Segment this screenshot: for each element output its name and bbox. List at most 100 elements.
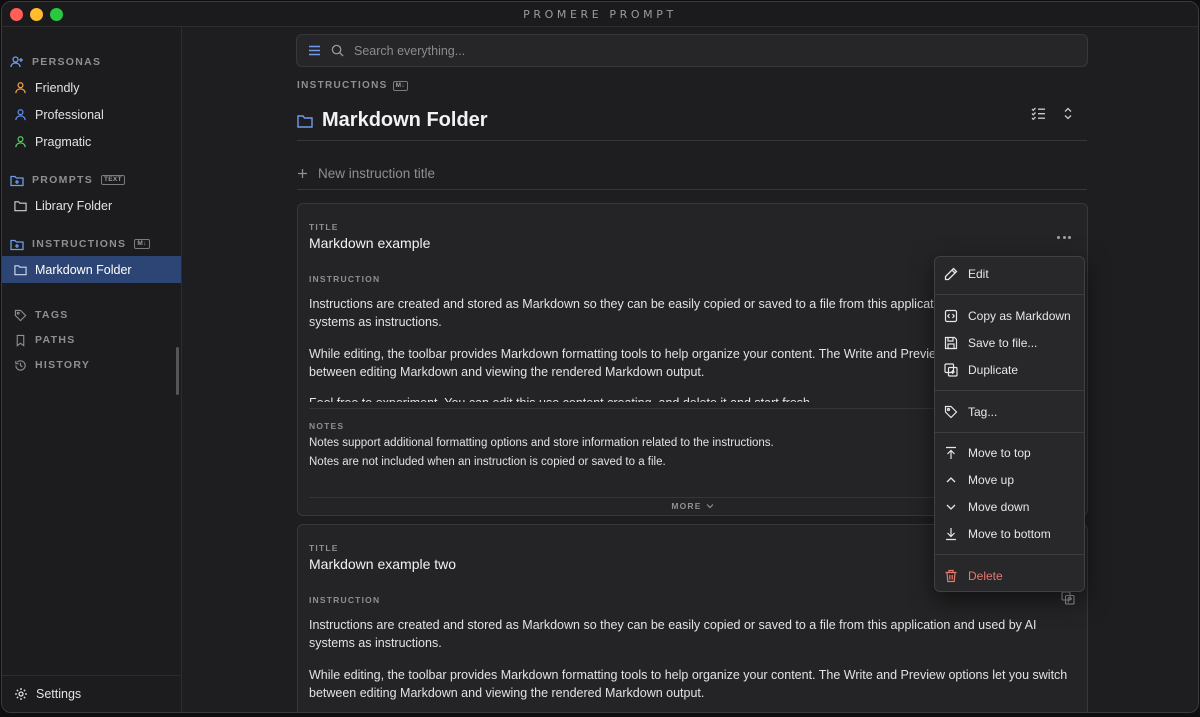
menu-item-label: Duplicate	[968, 363, 1019, 377]
menu-item-label: Save to file...	[968, 336, 1038, 350]
folder-icon	[14, 200, 27, 211]
menu-item-move-bottom[interactable]: Move to bottom	[935, 521, 1084, 547]
section-prompts-label: PROMPTS	[32, 174, 94, 186]
section-personas-label: PERSONAS	[32, 56, 102, 68]
menu-item-label: Move down	[968, 500, 1030, 514]
menu-item-delete[interactable]: Delete	[935, 563, 1084, 589]
menu-item-label: Move to bottom	[968, 527, 1051, 541]
search-input[interactable]	[354, 43, 1034, 58]
sidebar-item-label: Friendly	[35, 80, 80, 95]
breadcrumb-label: INSTRUCTIONS	[297, 80, 388, 91]
section-personas[interactable]: PERSONAS	[10, 52, 173, 72]
folder-icon	[14, 264, 27, 275]
instruction-label: INSTRUCTION	[309, 274, 381, 284]
arrow-to-bottom-icon	[946, 528, 956, 541]
code-copy-icon	[944, 309, 958, 323]
menu-item-tag[interactable]: Tag...	[935, 399, 1084, 425]
person-icon	[15, 136, 26, 148]
gear-icon	[15, 688, 27, 700]
app-window: PROMERE PROMPT PERSONAS Friendly Profess…	[1, 1, 1199, 713]
menu-item-label: Delete	[968, 569, 1003, 583]
section-history-label: HISTORY	[35, 359, 91, 371]
folder-header: Markdown Folder	[297, 101, 1087, 141]
sidebar-item-library-folder[interactable]: Library Folder	[2, 192, 181, 219]
sidebar-item-label: Pragmatic	[35, 134, 92, 149]
instruction-paragraph: Instructions are created and stored as M…	[309, 618, 1037, 650]
more-label: MORE	[671, 500, 702, 511]
notes-line: Notes support additional formatting opti…	[309, 437, 774, 449]
menu-item-copy-markdown[interactable]: Copy as Markdown	[935, 303, 1084, 329]
app-title: PROMERE PROMPT	[523, 8, 677, 21]
duplicate-icon	[944, 363, 958, 377]
person-icon	[15, 82, 26, 94]
chevron-up-icon	[946, 477, 956, 483]
add-folder-icon	[10, 239, 24, 250]
menu-item-label: Copy as Markdown	[968, 309, 1071, 323]
copy-prompt-button[interactable]	[1061, 591, 1075, 610]
search-bar	[296, 34, 1088, 67]
section-instructions[interactable]: INSTRUCTIONS M↓	[10, 234, 173, 254]
bookmark-icon	[16, 334, 25, 347]
markdown-badge: M↓	[134, 239, 150, 249]
new-instruction-row[interactable]: New instruction title	[297, 158, 1087, 190]
title-label: TITLE	[309, 543, 339, 553]
menu-item-label: Tag...	[968, 405, 998, 419]
header-tools	[1029, 104, 1077, 122]
menu-item-move-top[interactable]: Move to top	[935, 440, 1084, 466]
text-badge: TEXT	[101, 175, 125, 185]
sidebar-item-markdown-folder[interactable]: Markdown Folder	[2, 256, 181, 283]
more-options-button[interactable]	[1053, 230, 1075, 244]
plus-icon	[298, 169, 307, 178]
new-instruction-input[interactable]: New instruction title	[318, 166, 435, 181]
person-icon	[15, 109, 26, 121]
expand-collapse-button[interactable]	[1059, 104, 1077, 122]
sidebar-scrollbar[interactable]	[176, 347, 179, 395]
title-bar: PROMERE PROMPT	[2, 2, 1198, 27]
section-tags-label: TAGS	[35, 309, 69, 321]
context-menu: Edit Copy as Markdown Save to file... Du…	[934, 256, 1085, 592]
markdown-badge: M↓	[392, 80, 408, 91]
dot	[1057, 235, 1060, 239]
chevron-down-icon	[946, 504, 956, 510]
sidebar-item-professional[interactable]: Professional	[2, 101, 181, 128]
section-instructions-label: INSTRUCTIONS	[32, 238, 127, 250]
menu-icon[interactable]	[308, 45, 321, 56]
trash-icon	[945, 569, 957, 583]
instruction-label: INSTRUCTION	[309, 595, 381, 605]
menu-separator	[935, 294, 1084, 295]
menu-item-label: Move up	[968, 473, 1015, 487]
copy-prompt-icon	[1061, 591, 1075, 605]
menu-item-move-up[interactable]: Move up	[935, 467, 1084, 493]
menu-item-move-down[interactable]: Move down	[935, 494, 1084, 520]
dot	[1062, 235, 1066, 239]
menu-separator	[935, 432, 1084, 433]
sidebar-item-friendly[interactable]: Friendly	[2, 74, 181, 101]
tag-icon	[944, 405, 958, 419]
notes-line: Notes are not included when an instructi…	[309, 456, 666, 468]
sidebar-item-label: Professional	[35, 107, 104, 122]
section-prompts[interactable]: PROMPTS TEXT	[10, 170, 173, 190]
save-icon	[944, 336, 958, 350]
settings-label: Settings	[36, 687, 82, 701]
menu-item-save-file[interactable]: Save to file...	[935, 330, 1084, 356]
search-icon	[331, 44, 344, 57]
menu-item-label: Move to top	[968, 446, 1031, 460]
sidebar-item-pragmatic[interactable]: Pragmatic	[2, 128, 181, 155]
menu-item-edit[interactable]: Edit	[935, 261, 1084, 287]
tag-icon	[14, 309, 27, 321]
breadcrumb: INSTRUCTIONS M↓	[297, 80, 408, 91]
settings-button[interactable]: Settings	[2, 675, 181, 712]
checklist-button[interactable]	[1029, 104, 1047, 122]
section-tags[interactable]: TAGS	[14, 305, 173, 325]
section-history[interactable]: HISTORY	[14, 355, 173, 375]
notes-label: NOTES	[309, 421, 345, 431]
section-paths[interactable]: PATHS	[14, 330, 173, 350]
page-title: Markdown Folder	[322, 109, 488, 131]
menu-item-duplicate[interactable]: Duplicate	[935, 357, 1084, 383]
menu-separator	[935, 390, 1084, 391]
title-label: TITLE	[309, 222, 339, 232]
sidebar-item-label: Markdown Folder	[35, 262, 132, 277]
pencil-icon	[944, 267, 958, 281]
sidebar-item-label: Library Folder	[35, 198, 113, 213]
arrow-to-top-icon	[946, 446, 956, 459]
